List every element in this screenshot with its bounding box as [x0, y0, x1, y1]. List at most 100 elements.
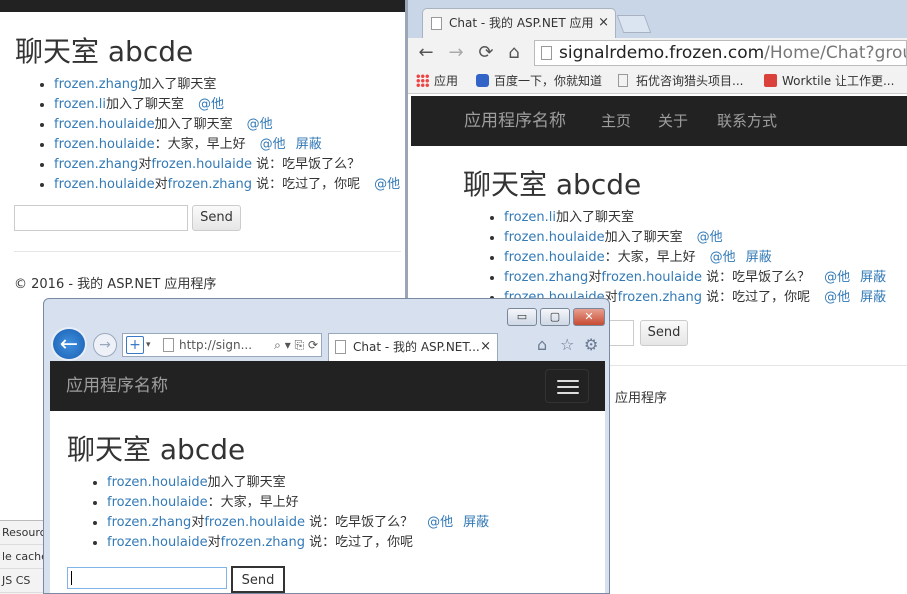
- minimize-button[interactable]: ▭: [507, 308, 537, 326]
- mention-link[interactable]: @他: [374, 177, 400, 192]
- sender-link[interactable]: frozen.houlaide: [107, 495, 208, 510]
- recipient-link[interactable]: frozen.zhang: [618, 290, 702, 305]
- nav-link-about[interactable]: 关于: [658, 96, 688, 146]
- address-bar[interactable]: + ▾ http://sign... ⌕ ▾ ⎘ ⟳: [122, 333, 322, 357]
- message-connector: 对: [191, 515, 205, 530]
- nav-link-contact[interactable]: 联系方式: [717, 96, 777, 146]
- block-link[interactable]: 屏蔽: [463, 515, 489, 530]
- sender-link[interactable]: frozen.houlaide: [54, 137, 155, 152]
- maximize-button[interactable]: ▢: [540, 308, 570, 326]
- sender-link[interactable]: frozen.li: [504, 210, 556, 225]
- forward-arrow-icon[interactable]: →: [93, 333, 117, 357]
- footer: 应用程序: [615, 391, 668, 406]
- message-item: frozen.houlaide加入了聊天室 @他: [504, 228, 886, 248]
- message-item: frozen.houlaide对frozen.zhang 说：吃过了，你呢 @他: [54, 175, 400, 195]
- room-title: 聊天室 abcde: [463, 168, 642, 201]
- recipient-link[interactable]: frozen.zhang: [221, 535, 305, 550]
- home-icon[interactable]: ⌂: [502, 41, 526, 65]
- page-icon: [431, 17, 442, 30]
- nav-brand[interactable]: 应用程序名称: [66, 361, 168, 411]
- footer: © 2016 - 我的 ASP.NET 应用程序: [14, 277, 217, 292]
- bookmark-worktile[interactable]: Worktile 让工作更...: [764, 68, 894, 94]
- mention-link[interactable]: @他: [198, 97, 224, 112]
- message-text: 说：吃早饭了么？: [251, 157, 361, 172]
- mention-link[interactable]: @他: [824, 270, 850, 285]
- mention-link[interactable]: @他: [247, 117, 273, 132]
- add-tab-icon[interactable]: +: [126, 336, 144, 354]
- message-list: frozen.zhang加入了聊天室frozen.li加入了聊天室@他froze…: [54, 75, 400, 195]
- close-window-button[interactable]: ✕: [573, 308, 605, 326]
- block-link[interactable]: 屏蔽: [860, 290, 886, 305]
- send-button[interactable]: Send: [640, 320, 688, 346]
- sender-link[interactable]: frozen.zhang: [54, 157, 138, 172]
- message-text: 加入了聊天室: [604, 230, 683, 245]
- message-input[interactable]: [67, 567, 227, 589]
- ie-window: ▭ ▢ ✕ ← → + ▾ http://sign... ⌕ ▾ ⎘ ⟳ Cha…: [43, 298, 610, 594]
- bookmark-tuoyou[interactable]: 拓优咨询猎头项目...: [618, 68, 743, 94]
- block-link[interactable]: 屏蔽: [860, 270, 886, 285]
- mention-link[interactable]: @他: [824, 290, 850, 305]
- message-item: frozen.houlaide：大家，早上好 @他屏蔽: [504, 248, 886, 268]
- message-text: 说：吃早饭了么？: [304, 515, 414, 530]
- close-tab-icon[interactable]: ×: [480, 334, 491, 360]
- message-item: frozen.zhang对frozen.houlaide 说：吃早饭了么？: [54, 155, 400, 175]
- message-text: 加入了聊天室: [138, 77, 217, 92]
- recipient-link[interactable]: frozen.houlaide: [204, 515, 305, 530]
- gear-icon[interactable]: ⚙: [584, 335, 598, 354]
- page-icon: [335, 340, 346, 354]
- home-icon[interactable]: ⌂: [537, 335, 547, 354]
- recipient-link[interactable]: frozen.houlaide: [151, 157, 252, 172]
- bookmark-label: Worktile 让工作更...: [782, 74, 895, 88]
- sender-link[interactable]: frozen.zhang: [54, 77, 138, 92]
- mention-link[interactable]: @他: [260, 137, 286, 152]
- back-icon[interactable]: ←: [414, 41, 438, 65]
- sender-link[interactable]: frozen.houlaide: [504, 250, 605, 265]
- sender-link[interactable]: frozen.houlaide: [54, 177, 155, 192]
- nav-link-home[interactable]: 主页: [601, 96, 631, 146]
- menu-toggle-icon[interactable]: [545, 369, 589, 403]
- recipient-link[interactable]: frozen.zhang: [168, 177, 252, 192]
- message-text: 加入了聊天室: [106, 97, 185, 112]
- sender-link[interactable]: frozen.houlaide: [504, 230, 605, 245]
- chevron-down-icon[interactable]: ▾: [146, 334, 151, 356]
- tab-title: Chat - 我的 ASP.NET...: [353, 340, 480, 354]
- sender-link[interactable]: frozen.zhang: [504, 270, 588, 285]
- sender-link[interactable]: frozen.houlaide: [107, 475, 208, 490]
- devtools-row[interactable]: le cache: [0, 545, 46, 569]
- room-title: 聊天室 abcde: [67, 433, 246, 466]
- bookmark-baidu[interactable]: 百度一下，你就知道: [476, 68, 602, 94]
- block-link[interactable]: 屏蔽: [296, 137, 322, 152]
- mention-link[interactable]: @他: [710, 250, 736, 265]
- mention-link[interactable]: @他: [697, 230, 723, 245]
- url-host: signalrdemo.frozen.com: [559, 43, 765, 63]
- message-input[interactable]: [14, 205, 188, 231]
- message-text: 加入了聊天室: [154, 117, 233, 132]
- browser-tab[interactable]: Chat - 我的 ASP.NET... ×: [328, 333, 498, 361]
- close-tab-icon[interactable]: ×: [598, 9, 609, 37]
- tab-strip: Chat - 我的 ASP.NET 应用 ×: [408, 0, 907, 38]
- sender-link[interactable]: frozen.li: [54, 97, 106, 112]
- address-bar[interactable]: signalrdemo.frozen.com/Home/Chat?groupN: [534, 40, 907, 66]
- toolbar: ← → ⟳ ⌂ signalrdemo.frozen.com/Home/Chat…: [408, 38, 907, 68]
- mention-link[interactable]: @他: [427, 515, 453, 530]
- forward-icon[interactable]: →: [444, 41, 468, 65]
- sender-link[interactable]: frozen.zhang: [107, 515, 191, 530]
- nav-brand[interactable]: 应用程序名称: [464, 96, 566, 146]
- back-arrow-icon[interactable]: ←: [51, 327, 87, 361]
- reload-icon[interactable]: ⟳: [474, 41, 498, 65]
- send-button[interactable]: Send: [231, 566, 285, 593]
- devtools-row[interactable]: Resourc: [0, 521, 46, 545]
- devtools-row[interactable]: JS CS: [0, 569, 46, 593]
- new-tab-button[interactable]: [616, 15, 652, 33]
- sender-link[interactable]: frozen.houlaide: [107, 535, 208, 550]
- bookmark-apps[interactable]: 应用: [416, 68, 458, 94]
- search-refresh-icons[interactable]: ⌕ ▾ ⎘ ⟳: [274, 334, 318, 356]
- message-list: frozen.li加入了聊天室frozen.houlaide加入了聊天室@他fr…: [504, 208, 886, 308]
- sender-link[interactable]: frozen.houlaide: [54, 117, 155, 132]
- block-link[interactable]: 屏蔽: [746, 250, 772, 265]
- address-text: http://sign...: [179, 338, 253, 352]
- browser-tab[interactable]: Chat - 我的 ASP.NET 应用 ×: [422, 8, 616, 38]
- recipient-link[interactable]: frozen.houlaide: [601, 270, 702, 285]
- favorites-star-icon[interactable]: ☆: [560, 335, 574, 354]
- send-button[interactable]: Send: [192, 205, 241, 231]
